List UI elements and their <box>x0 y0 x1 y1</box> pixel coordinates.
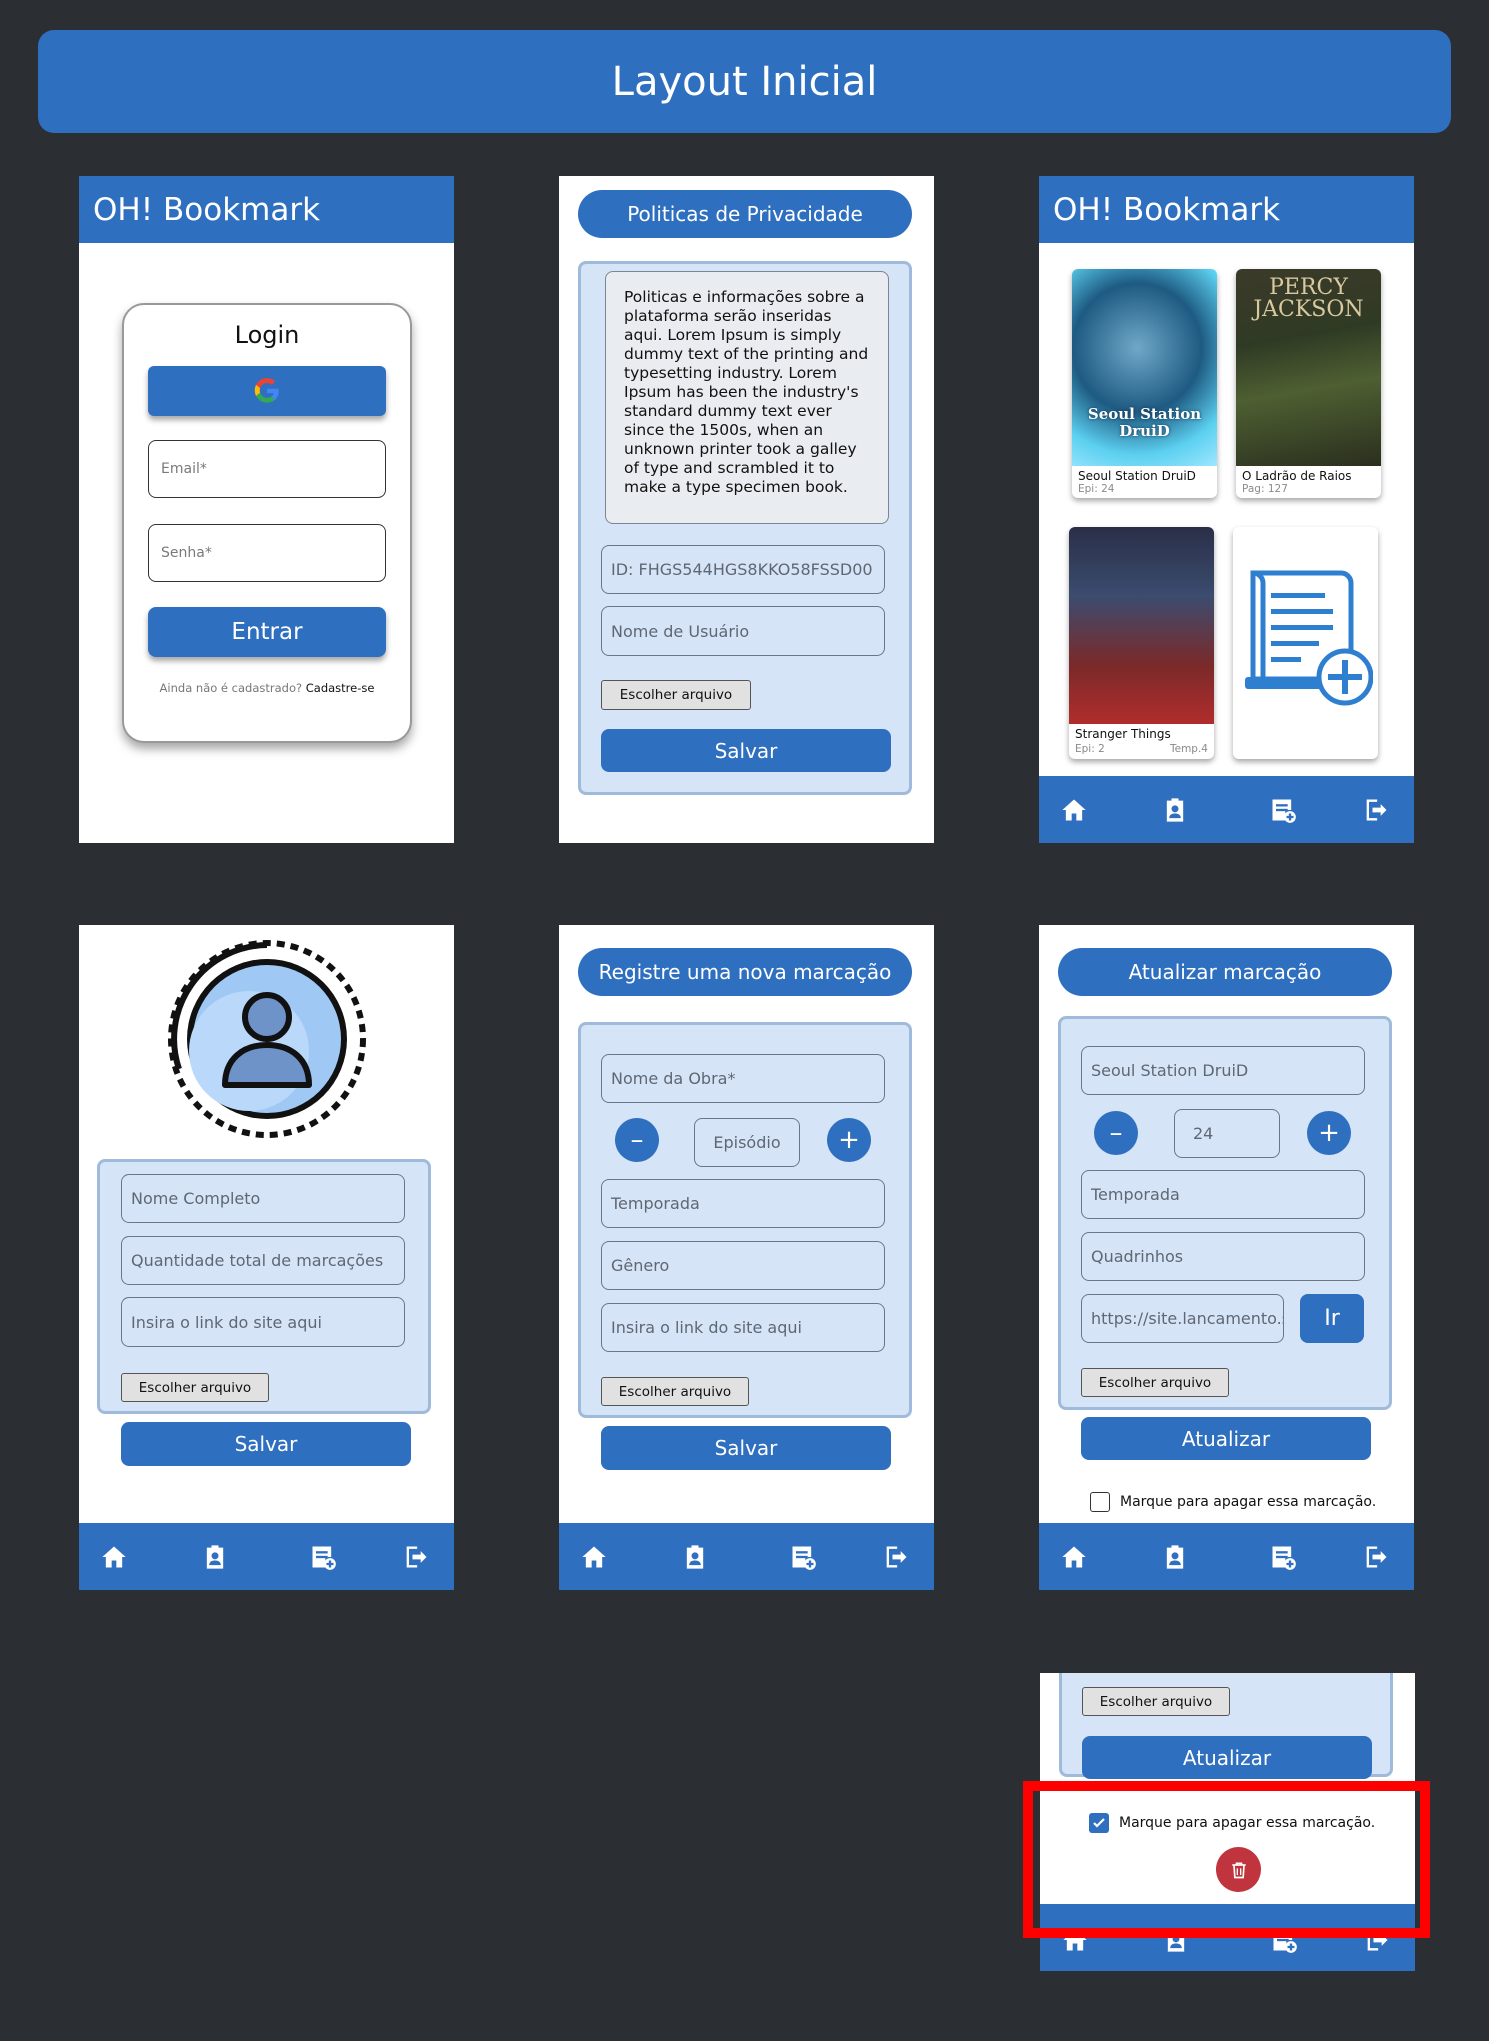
save-button[interactable]: Salvar <box>601 1426 891 1470</box>
update-screen: Atualizar marcação Seoul Station DruiD –… <box>1039 925 1414 1590</box>
update-header: Atualizar marcação <box>1058 948 1392 996</box>
bookmark-card[interactable]: Stranger Things Epi: 2 Temp.4 <box>1069 527 1214 759</box>
choose-file-button[interactable]: Escolher arquivo <box>121 1373 269 1402</box>
user-id-field: ID: FHGS544HGS8KKO58FSSD00 <box>601 545 885 594</box>
add-bookmark-icon[interactable] <box>1269 1543 1297 1571</box>
card-meta-season: Temp.4 <box>1169 743 1208 755</box>
signup-text: Ainda não é cadastrado? <box>159 681 303 695</box>
profile-badge-icon[interactable] <box>1161 1543 1189 1571</box>
card-cover: PERCY JACKSON <box>1236 269 1381 466</box>
add-bookmark-card[interactable] <box>1233 527 1378 759</box>
home-icon[interactable] <box>100 1543 128 1571</box>
season-input[interactable]: Temporada <box>1081 1170 1365 1219</box>
email-input[interactable]: Email* <box>148 440 386 498</box>
register-screen: Registre uma nova marcação Nome da Obra*… <box>559 925 934 1590</box>
choose-file-button[interactable]: Escolher arquivo <box>601 1377 749 1406</box>
card-meta: Epi: 24 <box>1078 483 1115 495</box>
card-title: Seoul Station DruiD <box>1078 469 1196 483</box>
work-name-input[interactable]: Nome da Obra* <box>601 1054 885 1103</box>
bottom-nav <box>1039 776 1414 843</box>
user-avatar-icon <box>168 940 366 1138</box>
increment-button[interactable]: + <box>1307 1111 1351 1155</box>
add-bookmark-icon[interactable] <box>1269 796 1297 824</box>
card-cover: Seoul Station DruiD <box>1072 269 1217 466</box>
privacy-header: Politicas de Privacidade <box>578 190 912 238</box>
app-title: OH! Bookmark <box>1039 176 1414 243</box>
season-input[interactable]: Temporada <box>601 1179 885 1228</box>
profile-screen: Nome Completo Quantidade total de marcaç… <box>79 925 454 1590</box>
add-bookmark-icon[interactable] <box>309 1543 337 1571</box>
card-title: O Ladrão de Raios <box>1242 469 1352 483</box>
save-button[interactable]: Salvar <box>121 1422 411 1466</box>
logout-icon[interactable] <box>1362 1543 1390 1571</box>
bottom-nav <box>1039 1523 1414 1590</box>
login-screen: OH! Bookmark Login Email* Senha* Entrar … <box>79 176 454 843</box>
genre-input[interactable]: Gênero <box>601 1241 885 1290</box>
logout-icon[interactable] <box>882 1543 910 1571</box>
highlight-box <box>1023 1781 1430 1938</box>
profile-badge-icon[interactable] <box>681 1543 709 1571</box>
bookmark-card[interactable]: Seoul Station DruiD Seoul Station DruiD … <box>1072 269 1217 498</box>
type-input[interactable]: Quadrinhos <box>1081 1232 1365 1281</box>
go-button[interactable]: Ir <box>1300 1294 1364 1343</box>
home-icon[interactable] <box>1060 1543 1088 1571</box>
site-link-input[interactable]: https://site.lancamento.s <box>1081 1294 1284 1343</box>
cover-title: Seoul Station DruiD <box>1087 405 1202 440</box>
delete-checkbox-row: Marque para apagar essa marcação. <box>1090 1492 1376 1512</box>
save-button[interactable]: Salvar <box>601 729 891 772</box>
register-header: Registre uma nova marcação <box>578 948 912 996</box>
delete-checkbox[interactable] <box>1090 1492 1110 1512</box>
profile-badge-icon[interactable] <box>1161 796 1189 824</box>
home-icon[interactable] <box>1060 796 1088 824</box>
episode-input[interactable]: Episódio <box>694 1118 800 1167</box>
login-card: Login Email* Senha* Entrar Ainda não é c… <box>122 303 412 743</box>
page-title: Layout Inicial <box>38 30 1451 133</box>
logout-icon[interactable] <box>1362 796 1390 824</box>
decrement-button[interactable]: – <box>615 1118 659 1162</box>
home-screen: OH! Bookmark Seoul Station DruiD Seoul S… <box>1039 176 1414 843</box>
signup-link[interactable]: Cadastre-se <box>306 681 375 695</box>
increment-button[interactable]: + <box>827 1118 871 1162</box>
update-button[interactable]: Atualizar <box>1081 1417 1371 1460</box>
update-button[interactable]: Atualizar <box>1082 1736 1372 1779</box>
cover-title: PERCY JACKSON <box>1253 275 1364 322</box>
card-cover <box>1069 527 1214 724</box>
choose-file-button[interactable]: Escolher arquivo <box>1081 1368 1229 1397</box>
total-bookmarks-input[interactable]: Quantidade total de marcações <box>121 1236 405 1285</box>
username-input[interactable]: Nome de Usuário <box>601 606 885 656</box>
choose-file-button[interactable]: Escolher arquivo <box>601 680 751 710</box>
policy-text-box: Politicas e informações sobre a platafor… <box>605 271 889 524</box>
add-bookmark-icon[interactable] <box>789 1543 817 1571</box>
logout-icon[interactable] <box>402 1543 430 1571</box>
card-meta: Epi: 2 <box>1075 743 1105 755</box>
episode-input[interactable]: 24 <box>1174 1109 1280 1158</box>
delete-checkbox-label: Marque para apagar essa marcação. <box>1120 1494 1377 1510</box>
choose-file-button[interactable]: Escolher arquivo <box>1082 1687 1230 1716</box>
site-link-input[interactable]: Insira o link do site aqui <box>121 1297 405 1347</box>
signup-prompt: Ainda não é cadastrado? Cadastre-se <box>124 681 410 695</box>
login-title: Login <box>234 321 300 349</box>
password-input[interactable]: Senha* <box>148 524 386 582</box>
privacy-screen: Politicas de Privacidade Politicas e inf… <box>559 176 934 843</box>
add-document-icon <box>1245 570 1373 706</box>
bottom-nav <box>559 1523 934 1590</box>
bookmark-card[interactable]: PERCY JACKSON O Ladrão de Raios Pag: 127 <box>1236 269 1381 498</box>
app-title: OH! Bookmark <box>79 176 454 243</box>
google-icon <box>254 378 279 403</box>
decrement-button[interactable]: – <box>1094 1111 1138 1155</box>
bottom-nav <box>79 1523 454 1590</box>
fullname-input[interactable]: Nome Completo <box>121 1174 405 1223</box>
home-icon[interactable] <box>580 1543 608 1571</box>
card-meta: Pag: 127 <box>1242 483 1288 495</box>
profile-badge-icon[interactable] <box>201 1543 229 1571</box>
work-name-input[interactable]: Seoul Station DruiD <box>1081 1046 1365 1095</box>
google-login-button[interactable] <box>148 366 386 416</box>
card-title: Stranger Things <box>1075 727 1171 741</box>
login-button[interactable]: Entrar <box>148 607 386 657</box>
site-link-input[interactable]: Insira o link do site aqui <box>601 1303 885 1352</box>
